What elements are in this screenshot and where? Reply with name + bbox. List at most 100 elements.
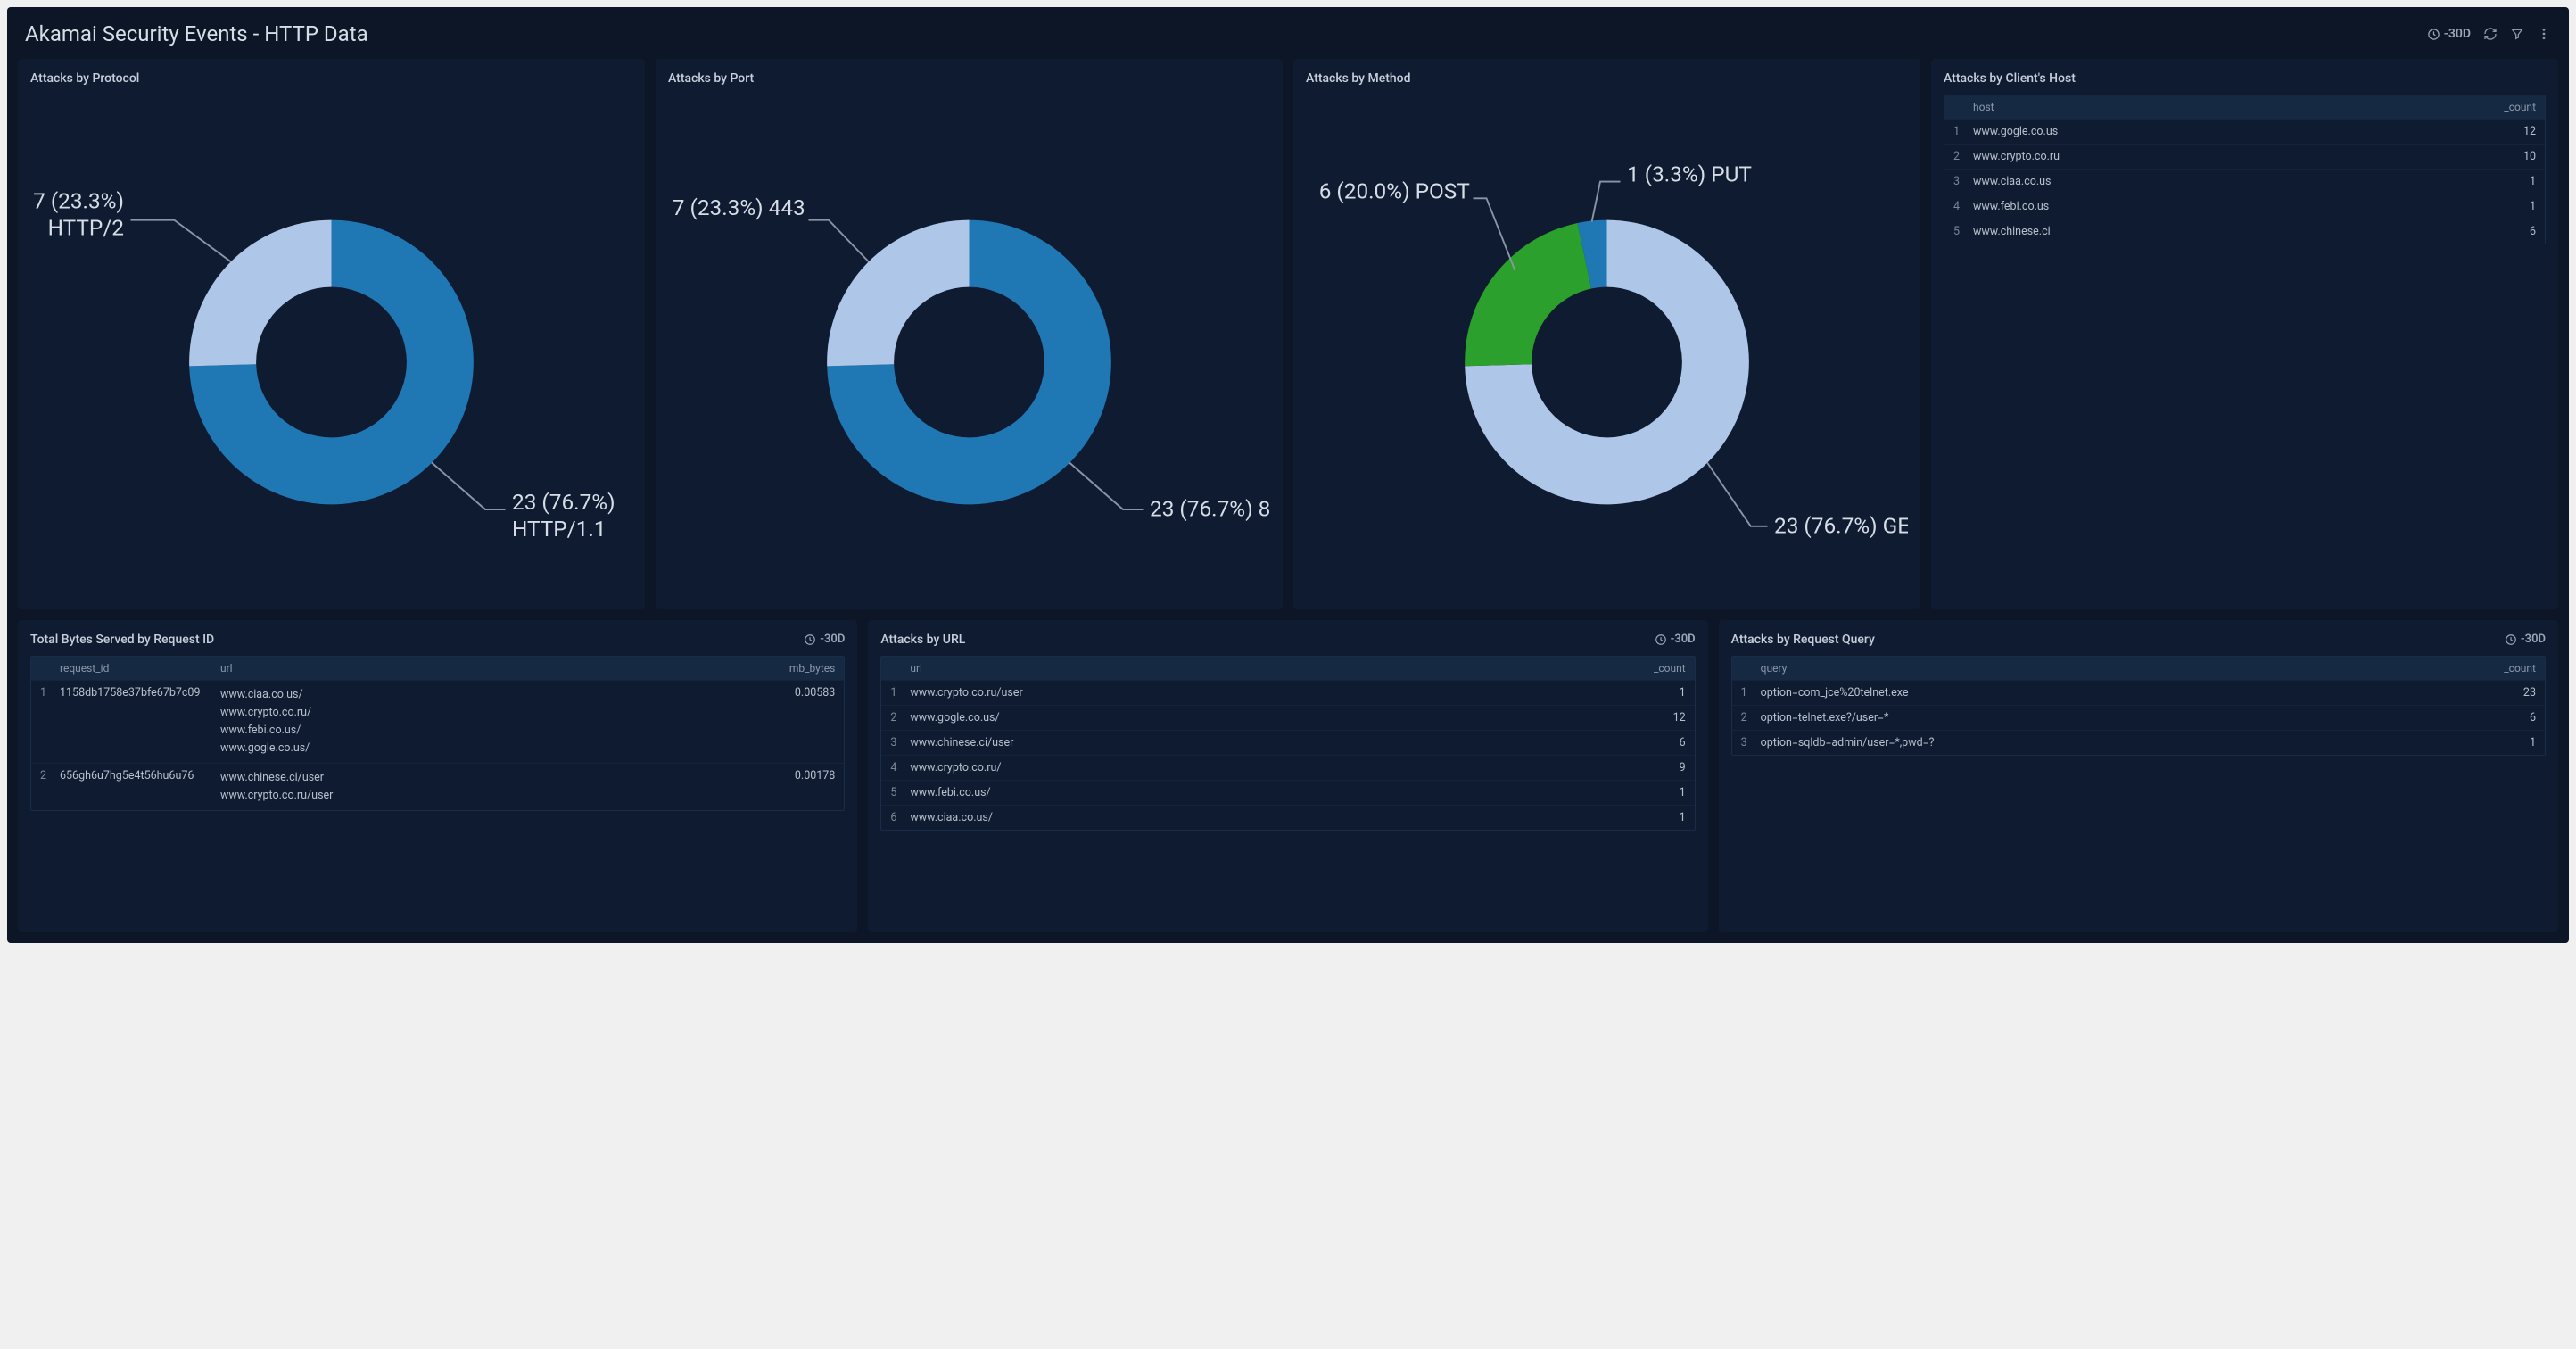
- row-index: 5: [890, 786, 904, 799]
- cell-host: www.chinese.ci: [1973, 225, 2482, 238]
- refresh-button[interactable]: [2483, 27, 2498, 41]
- table-row[interactable]: 3www.ciaa.co.us1: [1944, 170, 2545, 194]
- row-index: 3: [890, 736, 904, 749]
- row-index: 2: [1741, 711, 1755, 724]
- panel-time-label: -30D: [820, 633, 845, 646]
- cell-count: 9: [1632, 761, 1686, 774]
- panel-row-2: Total Bytes Served by Request ID -30D re…: [18, 620, 2558, 932]
- time-range-label: -30D: [2444, 27, 2471, 41]
- panel-attacks-by-query: Attacks by Request Query -30D query _cou…: [1719, 620, 2558, 932]
- cell-count: 6: [1632, 736, 1686, 749]
- cell-request-id: 656gh6u7hg5e4t56hu6u76: [60, 769, 220, 782]
- more-vertical-icon: [2537, 27, 2551, 41]
- panel-title: Attacks by URL: [880, 633, 965, 647]
- filter-button[interactable]: [2510, 27, 2524, 41]
- cell-count: 1: [2482, 175, 2536, 188]
- cell-count: 1: [2482, 736, 2536, 749]
- donut-chart-method: 6 (20.0%) POST 1 (3.3%) PUT 23 (76.7%) G…: [1306, 95, 1908, 597]
- table-header: url _count: [881, 657, 1694, 681]
- panel-time-picker[interactable]: -30D: [1655, 633, 1696, 646]
- cell-url: www.crypto.co.ru/user: [910, 686, 1631, 699]
- row-index: 1: [890, 686, 904, 699]
- table-row[interactable]: 3www.chinese.ci/user6: [881, 731, 1694, 756]
- table-row[interactable]: 4 www.febi.co.us1: [1944, 194, 2545, 219]
- slice-label: 7 (23.3%): [33, 188, 124, 214]
- slice-label: 23 (76.7%) 80: [1150, 496, 1270, 522]
- time-range-picker[interactable]: -30D: [2427, 27, 2471, 41]
- table-row[interactable]: 5www.chinese.ci6: [1944, 219, 2545, 244]
- panel-title: Attacks by Port: [668, 71, 754, 86]
- cell-url: www.ciaa.co.us/www.crypto.co.ru/www.febi…: [220, 686, 764, 757]
- row-index: 3: [1741, 736, 1755, 749]
- slice-label: 23 (76.7%): [512, 489, 615, 515]
- row-index: 6: [890, 811, 904, 824]
- more-button[interactable]: [2537, 27, 2551, 41]
- row-index: 1: [1953, 125, 1968, 138]
- col-mb-bytes: mb_bytes: [764, 662, 835, 674]
- cell-query: option=com_jce%20telnet.exe: [1761, 686, 2482, 699]
- row-index: 2: [40, 769, 54, 782]
- table-row[interactable]: 5www.febi.co.us/1: [881, 781, 1694, 806]
- col-url: url: [220, 662, 764, 674]
- col-host: host: [1973, 101, 2482, 113]
- slice-http2[interactable]: [189, 220, 331, 367]
- refresh-icon: [2483, 27, 2498, 41]
- table-row[interactable]: 1www.crypto.co.ru/user1: [881, 681, 1694, 706]
- row-index: 3: [1953, 175, 1968, 188]
- cell-count: 1: [1632, 811, 1686, 824]
- panel-title: Attacks by Client's Host: [1944, 71, 2076, 86]
- col-url: url: [910, 662, 1631, 674]
- panel-attacks-by-protocol: Attacks by Protocol 7 (23.3%) HTTP/2: [18, 59, 645, 609]
- cell-count: 12: [2482, 125, 2536, 138]
- col-request-id: request_id: [60, 662, 220, 674]
- row-index: 4: [1953, 200, 1968, 213]
- col-count: _count: [2482, 101, 2536, 113]
- table-row[interactable]: 4www.crypto.co.ru/9: [881, 756, 1694, 781]
- table-row[interactable]: 6 www.ciaa.co.us/1: [881, 806, 1694, 830]
- panel-title: Attacks by Protocol: [30, 71, 139, 86]
- cell-count: 1: [2482, 200, 2536, 213]
- table-row[interactable]: 11158db1758e37bfe67b7c09www.ciaa.co.us/w…: [31, 681, 844, 764]
- table-row[interactable]: 2www.gogle.co.us/12: [881, 706, 1694, 731]
- row-index: 2: [890, 711, 904, 724]
- donut-chart-port: 7 (23.3%) 443 23 (76.7%) 80: [668, 95, 1270, 597]
- table-header: request_id url mb_bytes: [31, 657, 844, 681]
- dashboard: Akamai Security Events - HTTP Data -30D …: [7, 7, 2569, 943]
- cell-url: www.ciaa.co.us/: [910, 811, 1631, 824]
- cell-count: 6: [2482, 711, 2536, 724]
- table-row[interactable]: 2 656gh6u7hg5e4t56hu6u76www.chinese.ci/us…: [31, 764, 844, 810]
- slice-label: HTTP/1.1: [512, 516, 607, 542]
- table-row[interactable]: 1www.gogle.co.us12: [1944, 120, 2545, 145]
- table-row[interactable]: 3option=sqldb=admin/user=*,pwd=?1: [1732, 731, 2545, 755]
- slice-label: 23 (76.7%) GET: [1774, 512, 1908, 538]
- cell-mb-bytes: 0.00178: [764, 769, 835, 782]
- panel-time-picker[interactable]: -30D: [804, 633, 845, 646]
- table-row[interactable]: 2www.crypto.co.ru10: [1944, 145, 2545, 170]
- dashboard-header: Akamai Security Events - HTTP Data -30D: [18, 18, 2558, 59]
- cell-url: www.chinese.ci/userwww.crypto.co.ru/user: [220, 769, 764, 805]
- page-title: Akamai Security Events - HTTP Data: [25, 21, 368, 46]
- header-actions: -30D: [2427, 27, 2551, 41]
- table-query: query _count 1option=com_jce%20telnet.ex…: [1731, 656, 2546, 756]
- cell-count: 23: [2482, 686, 2536, 699]
- col-count: _count: [1632, 662, 1686, 674]
- panel-time-label: -30D: [2521, 633, 2546, 646]
- cell-host: www.febi.co.us: [1973, 200, 2482, 213]
- slice-label: 1 (3.3%) PUT: [1627, 161, 1752, 187]
- cell-count: 1: [1632, 786, 1686, 799]
- panel-attacks-by-host: Attacks by Client's Host host _count 1ww…: [1931, 59, 2558, 609]
- slice-post[interactable]: [1465, 223, 1591, 366]
- panel-title: Attacks by Method: [1306, 71, 1410, 86]
- table-row[interactable]: 2option=telnet.exe?/user=*6: [1732, 706, 2545, 731]
- row-index: 1: [1741, 686, 1755, 699]
- cell-mb-bytes: 0.00583: [764, 686, 835, 699]
- cell-request-id: 1158db1758e37bfe67b7c09: [60, 686, 220, 699]
- donut-chart-protocol: 7 (23.3%) HTTP/2 23 (76.7%) HTTP/1.1: [30, 95, 632, 597]
- slice-port-443[interactable]: [827, 220, 969, 367]
- panel-bytes-by-request: Total Bytes Served by Request ID -30D re…: [18, 620, 857, 932]
- panel-attacks-by-method: Attacks by Method 6 (20.0%): [1293, 59, 1920, 609]
- panel-time-picker[interactable]: -30D: [2505, 633, 2546, 646]
- clock-icon: [804, 633, 816, 646]
- clock-icon: [2505, 633, 2517, 646]
- table-row[interactable]: 1 option=com_jce%20telnet.exe23: [1732, 681, 2545, 706]
